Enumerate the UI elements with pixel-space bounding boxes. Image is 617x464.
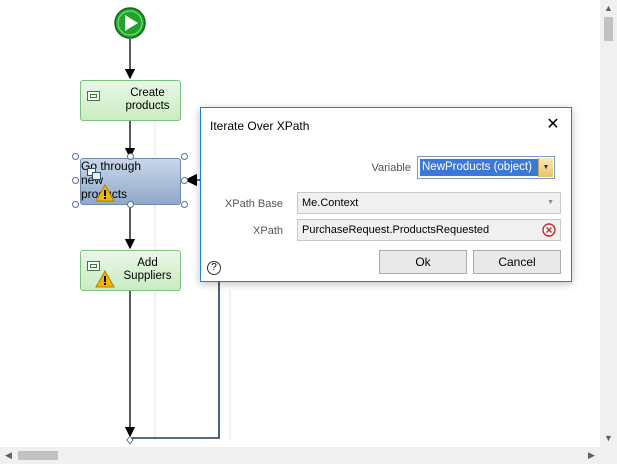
scroll-up-button[interactable]: ▲ [600,0,617,17]
loop-go-through-new-products[interactable]: Go through new products [80,158,181,205]
activity-label: Create products [119,87,176,113]
scroll-right-button[interactable]: ▶ [583,447,600,464]
selection-handle[interactable] [181,153,188,160]
variable-selected-value: NewProducts (object) [420,159,538,176]
activity-create-products[interactable]: Create products [80,80,181,121]
error-icon [542,223,556,237]
selection-handle[interactable] [181,201,188,208]
selection-handle[interactable] [72,153,79,160]
selection-handle[interactable] [72,177,79,184]
horizontal-scrollbar[interactable]: ◀ ▶ [0,447,600,464]
chevron-down-icon: ▼ [547,199,554,206]
scroll-down-button[interactable]: ▼ [600,430,617,447]
xpath-base-value: Me.Context [302,197,359,209]
activity-add-suppliers[interactable]: Add Suppliers [80,250,181,291]
close-icon[interactable]: ✕ [541,114,565,136]
selection-handle[interactable] [127,153,134,160]
ok-button[interactable]: Ok [379,250,467,274]
start-event-icon[interactable] [114,7,146,39]
xpath-base-label: XPath Base [224,198,283,210]
horizontal-scroll-thumb[interactable] [18,451,58,460]
activity-label-line: Suppliers [123,270,172,282]
scrollbar-corner [600,447,617,464]
activity-label-line: products [125,100,170,112]
iterate-over-xpath-dialog: Iterate Over XPath ✕ Variable NewProduct… [200,107,572,282]
activity-label-line: Add [137,257,158,269]
activity-label-line: Create [130,87,165,99]
scroll-left-button[interactable]: ◀ [0,447,17,464]
variable-label: Variable [371,162,411,174]
warning-icon [95,184,115,202]
xpath-field[interactable]: PurchaseRequest.ProductsRequested [297,219,561,241]
vertical-scroll-thumb[interactable] [604,17,613,41]
help-icon[interactable]: ? [207,261,221,275]
vertical-scrollbar[interactable]: ▲ ▼ [600,0,617,447]
activity-label: Add Suppliers [119,257,176,283]
cancel-button[interactable]: Cancel [473,250,561,274]
dialog-title: Iterate Over XPath [210,119,310,133]
loop-icon [87,168,101,180]
chevron-down-icon[interactable]: ▼ [538,158,553,177]
variable-select[interactable]: NewProducts (object) ▼ [417,156,555,179]
selection-handle[interactable] [127,201,134,208]
xpath-value: PurchaseRequest.ProductsRequested [302,224,490,236]
xpath-base-select[interactable]: Me.Context ▼ [297,192,561,214]
warning-icon [95,270,115,288]
selection-handle[interactable] [181,177,188,184]
action-icon [87,91,100,101]
xpath-label: XPath [253,225,283,237]
selection-handle[interactable] [72,201,79,208]
